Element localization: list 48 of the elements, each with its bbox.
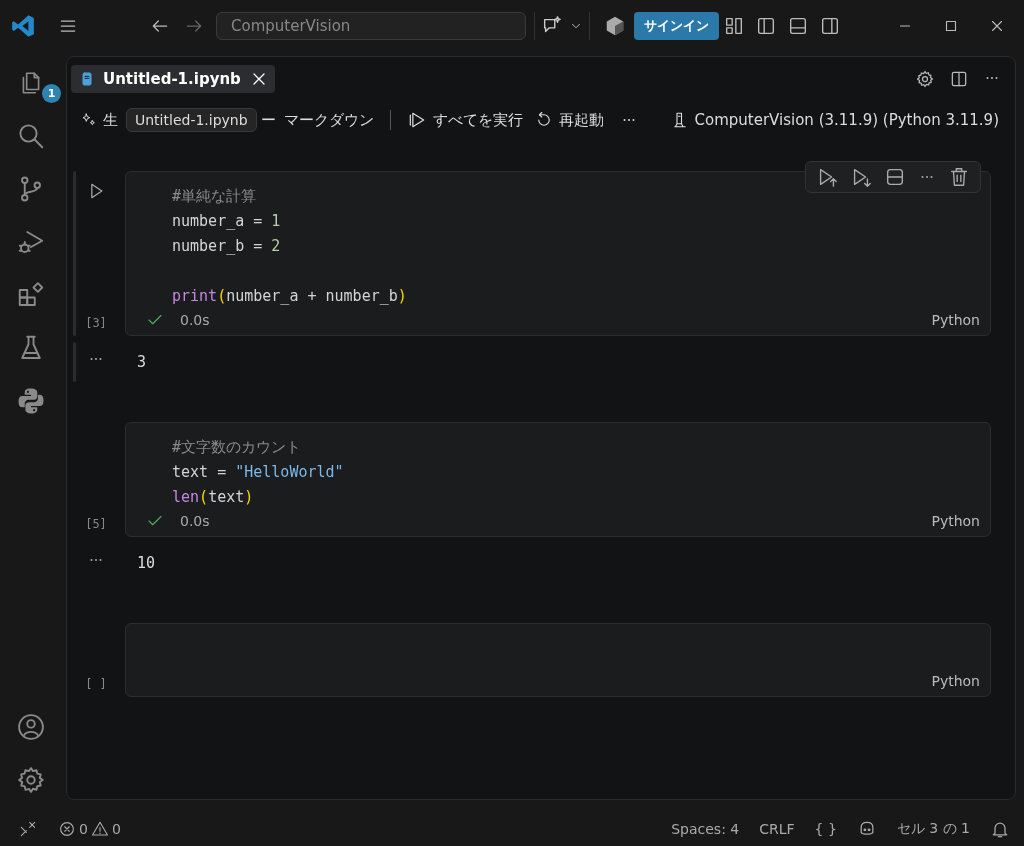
status-item[interactable]: セル 3 の 1 [896,820,970,838]
layout-grid-icon[interactable] [723,15,745,37]
execution-count: [ ] [85,677,107,691]
sidebar-left-icon[interactable] [755,15,777,37]
code-cell[interactable]: #単純な計算 number_a = 1 number_b = 2 print(number_a + number_b) 0.0s Python [125,171,991,336]
code-editor[interactable]: #文字数のカウント text = "HelloWorld" len(text) [172,435,990,510]
generate-button[interactable]: 生 [77,108,122,132]
run-all-button[interactable]: すべてを実行 [402,108,527,132]
sidebar-right-icon[interactable] [819,15,841,37]
cell-output: 3 [137,353,147,371]
problems-indicator[interactable]: 0 0 [58,820,121,838]
language-label[interactable]: Python [931,673,980,689]
restart-button[interactable]: 再起動 [530,108,608,132]
command-center[interactable]: ComputerVision [216,12,526,40]
editor-tab[interactable]: Untitled-1.ipynb [71,65,275,93]
settings-icon[interactable] [915,69,935,89]
code-editor[interactable]: #単純な計算 number_a = 1 number_b = 2 print(number_a + number_b) [172,184,990,309]
cell-output: 10 [137,554,156,572]
tooltip: Untitled-1.ipynb [126,108,257,132]
toolbar-text: ー [260,110,276,130]
language-label[interactable]: Python [931,513,980,529]
status-item[interactable]: { } [814,821,837,837]
execution-time: 0.0s [180,513,210,529]
code-cell[interactable]: #文字数のカウント text = "HelloWorld" len(text) 0.0s Python [125,422,991,537]
code-cell[interactable]: Python [125,623,991,697]
execution-time: 0.0s [180,312,210,328]
execution-count: [5] [85,517,107,531]
remote-icon[interactable] [18,819,38,839]
sparkle-icon [81,112,97,128]
settings-icon[interactable] [16,764,46,795]
notification-badge: 1 [42,84,61,103]
markdown-button[interactable]: マークダウン [279,108,378,132]
notebook-icon [79,71,95,87]
status-item[interactable]: CRLF [759,821,795,837]
split-editor-icon[interactable] [949,69,969,89]
error-icon [58,820,76,838]
language-label[interactable]: Python [931,312,980,328]
split-cell-icon[interactable] [884,166,906,188]
cube-icon[interactable] [604,15,626,37]
app-logo [10,13,36,39]
account-icon[interactable] [16,711,46,742]
delete-icon[interactable] [948,166,970,188]
execution-count: [3] [85,316,107,330]
warning-icon [90,820,109,838]
kernel-picker[interactable]: ComputerVision (3.11.9) (Python 3.11.9) [666,109,1003,131]
sign-in-button[interactable]: サインイン [634,12,719,40]
panel-bottom-icon[interactable] [787,15,809,37]
status-item[interactable]: Spaces: 4 [671,821,740,837]
